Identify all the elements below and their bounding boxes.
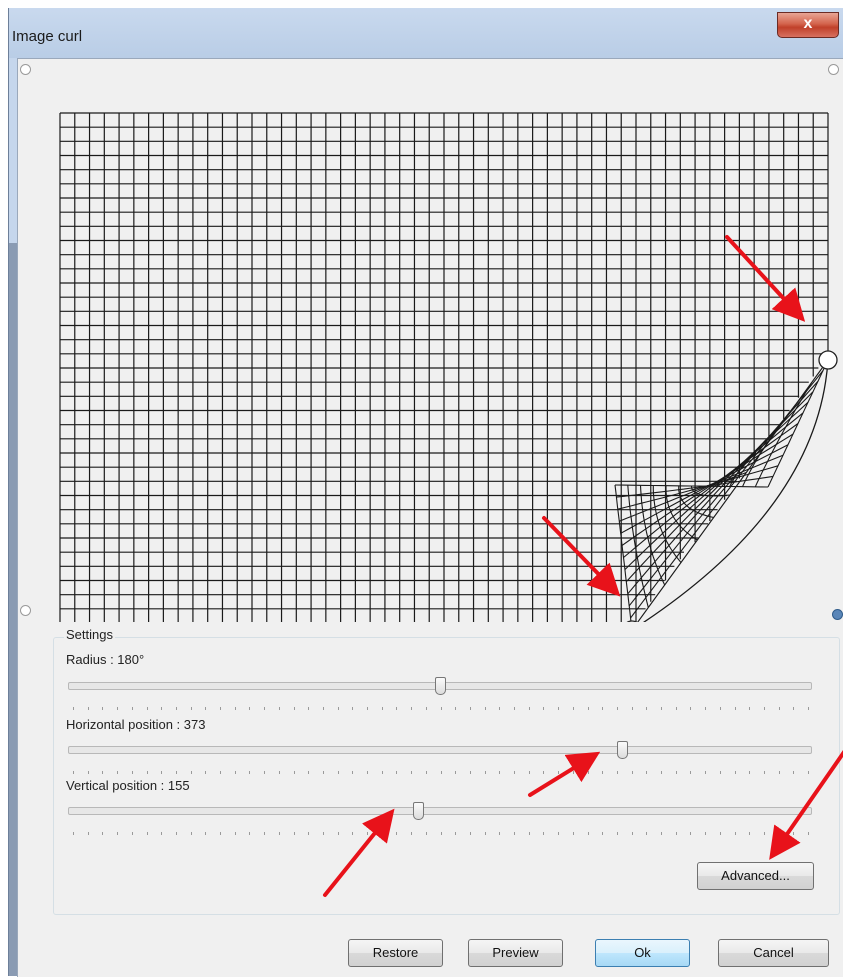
window-edge — [9, 243, 17, 976]
advanced-button[interactable]: Advanced... — [697, 862, 814, 890]
vertical-position-slider-thumb[interactable] — [412, 802, 424, 820]
settings-group-label: Settings — [64, 627, 115, 642]
corner-handle-icon[interactable] — [828, 64, 839, 75]
curled-flap — [614, 359, 829, 622]
curl-grid-preview[interactable] — [53, 87, 843, 622]
restore-button[interactable]: Restore — [348, 939, 443, 967]
title-bar[interactable]: Image curl x — [9, 8, 843, 58]
vertical-position-slider[interactable] — [68, 802, 812, 820]
window-title: Image curl — [12, 28, 83, 45]
curl-preview-canvas[interactable] — [53, 87, 843, 622]
vertical-position-label: Vertical position : 155 — [66, 778, 190, 793]
horizontal-position-slider-ticks — [73, 771, 809, 774]
vertical-position-slider-ticks — [73, 832, 809, 835]
curl-handle-icon[interactable] — [818, 350, 838, 370]
radius-slider[interactable] — [68, 677, 812, 695]
horizontal-position-slider-thumb[interactable] — [616, 741, 628, 759]
close-button[interactable]: x — [777, 12, 839, 38]
horizontal-position-label: Horizontal position : 373 — [66, 717, 206, 732]
radius-slider-ticks — [73, 707, 809, 710]
settings-group: Settings Radius : 180° Horizontal positi… — [53, 627, 840, 915]
horizontal-position-slider[interactable] — [68, 741, 812, 759]
dialog-client-area: Settings Radius : 180° Horizontal positi… — [17, 58, 843, 977]
ok-button[interactable]: Ok — [595, 939, 690, 967]
close-icon: x — [803, 15, 813, 32]
corner-handle-icon[interactable] — [20, 64, 31, 75]
radius-slider-thumb[interactable] — [435, 677, 446, 695]
radius-label: Radius : 180° — [66, 652, 145, 667]
cancel-button[interactable]: Cancel — [718, 939, 829, 967]
fold-edge — [642, 359, 829, 622]
corner-handle-icon[interactable] — [20, 605, 31, 616]
dialog-window: Image curl x Settings Radius : 180° Hori… — [8, 8, 843, 977]
grid-lines — [59, 112, 829, 622]
preview-button[interactable]: Preview — [468, 939, 563, 967]
